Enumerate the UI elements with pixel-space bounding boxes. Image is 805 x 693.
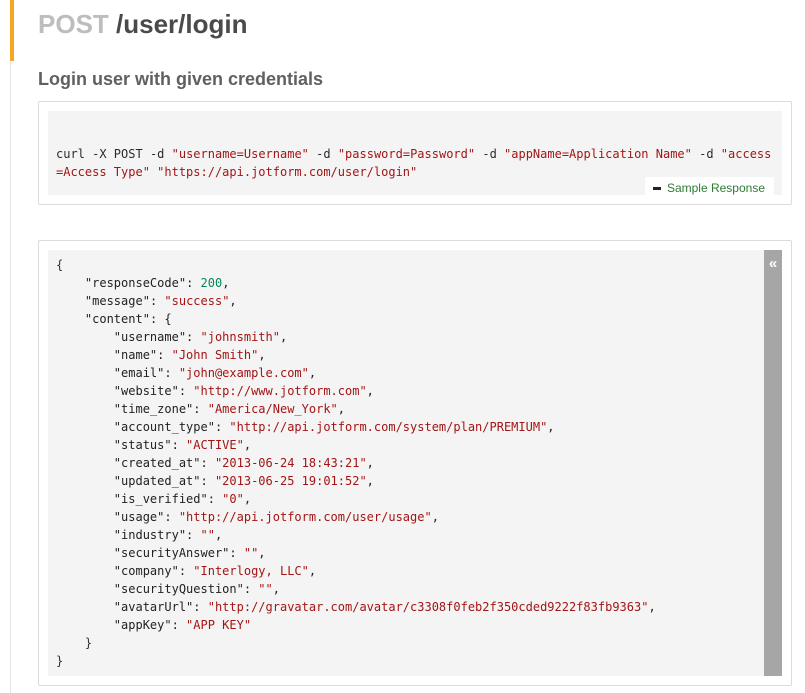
json-value: "http://api.jotform.com/user/usage"	[178, 510, 432, 524]
json-key: "content"	[84, 312, 150, 326]
endpoint-title: POST /user/login	[38, 7, 248, 41]
sample-response-panel: { "responseCode": 200, "message": "succe…	[38, 240, 792, 686]
json-value: ""	[243, 546, 259, 560]
json-key: "is_verified"	[113, 492, 208, 506]
json-value: "John Smith"	[171, 348, 259, 362]
curl-prefix: curl -X POST	[56, 147, 143, 161]
section-accent-bar	[10, 0, 14, 61]
response-json: { "responseCode": 200, "message": "succe…	[56, 258, 656, 668]
minus-icon	[652, 186, 661, 190]
sample-response-label: Sample Response	[666, 181, 765, 195]
json-value: "http://www.jotform.com"	[193, 384, 367, 398]
json-value: "APP KEY"	[186, 618, 252, 632]
endpoint-method: POST	[38, 9, 109, 39]
curl-param-username: "username=Username"	[171, 147, 309, 161]
json-key: "securityQuestion"	[113, 582, 244, 596]
json-key: "avatarUrl"	[113, 600, 194, 614]
json-key: "status"	[113, 438, 172, 452]
json-key: "responseCode"	[84, 276, 187, 290]
sample-response-toggle-button[interactable]: Sample Response	[644, 177, 774, 199]
json-value: "http://gravatar.com/avatar/c3308f0feb2f…	[207, 600, 649, 614]
json-key: "appKey"	[113, 618, 172, 632]
response-scrollbar[interactable]: «	[764, 250, 782, 676]
endpoint-description: Login user with given credentials	[38, 69, 324, 89]
json-value: "ACTIVE"	[186, 438, 244, 452]
json-value: "http://api.jotform.com/system/plan/PREM…	[229, 420, 548, 434]
json-key: "message"	[84, 294, 150, 308]
json-value: "2013-06-24 18:43:21"	[214, 456, 367, 470]
curl-example-panel: curl -X POST -d "username=Username" -d "…	[38, 101, 792, 205]
endpoint-path: /user/login	[116, 9, 248, 39]
json-key: "account_type"	[113, 420, 215, 434]
json-value: "0"	[222, 492, 244, 506]
json-value: 200	[200, 276, 223, 290]
json-value: "success"	[164, 294, 230, 308]
double-chevron-left-icon[interactable]: «	[764, 254, 782, 274]
json-key: "securityAnswer"	[113, 546, 230, 560]
json-key: "email"	[113, 366, 165, 380]
json-value: "America/New_York"	[207, 402, 338, 416]
json-value: ""	[200, 528, 215, 542]
curl-command: curl -X POST -d "username=Username" -d "…	[56, 147, 772, 179]
json-key: "time_zone"	[113, 402, 194, 416]
json-key: "industry"	[113, 528, 187, 542]
json-key: "updated_at"	[113, 474, 201, 488]
json-key: "created_at"	[113, 456, 201, 470]
json-value: "johnsmith"	[200, 330, 280, 344]
curl-code-area: curl -X POST -d "username=Username" -d "…	[48, 111, 782, 199]
json-value: "john@example.com"	[178, 366, 309, 380]
curl-param-password: "password=Password"	[337, 147, 476, 161]
json-value: "2013-06-25 19:01:52"	[214, 474, 367, 488]
json-key: "company"	[113, 564, 179, 578]
json-key: "website"	[113, 384, 179, 398]
json-key: "usage"	[113, 510, 165, 524]
json-key: "username"	[113, 330, 187, 344]
json-key: "name"	[113, 348, 158, 362]
curl-param-appname: "appName=Application Name"	[504, 147, 692, 161]
curl-url: "https://api.jotform.com/user/login"	[157, 165, 418, 179]
json-value: "Interlogy, LLC"	[193, 564, 309, 578]
json-value: ""	[258, 582, 273, 596]
response-code-area: { "responseCode": 200, "message": "succe…	[48, 250, 782, 676]
left-guide-line	[10, 0, 11, 693]
